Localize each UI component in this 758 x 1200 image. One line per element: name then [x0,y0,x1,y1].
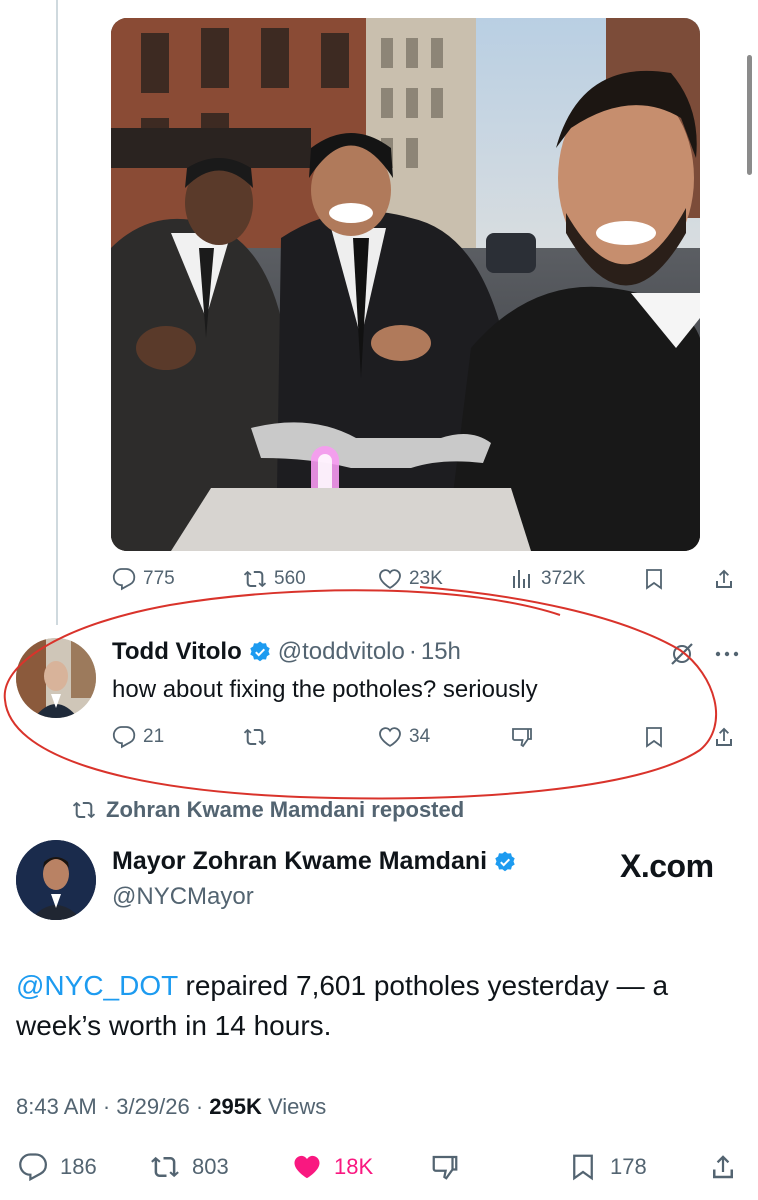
dislike-icon [430,1152,460,1182]
reply-icon [112,567,136,591]
reply-dislike-button[interactable] [510,725,534,749]
like-icon [292,1152,322,1182]
share-icon [712,567,736,591]
share-icon [712,725,736,749]
repost-icon [243,567,267,591]
reply-like-button[interactable]: 34 [378,725,430,749]
views-count: 372K [541,568,586,589]
verified-badge-icon [248,640,272,664]
repost-icon [150,1152,180,1182]
bookmark-icon [642,725,666,749]
main-bookmark-button[interactable]: 178 [568,1152,647,1182]
meta-dot: · [195,1094,204,1119]
reply-timestamp[interactable]: 15h [421,638,461,666]
tweet-meta: 8:43 AM · 3/29/26 · 295K Views [16,1094,326,1120]
reply-icon [18,1152,48,1182]
tweet-photo[interactable] [111,18,700,551]
reply-header: Todd Vitolo @toddvitolo · 15h [112,638,461,666]
tweet-date[interactable]: 3/29/26 [116,1094,189,1119]
main-reply-count: 186 [60,1154,97,1179]
share-button[interactable] [712,567,736,591]
meta-dot: · [102,1094,111,1119]
main-dislike-button[interactable] [430,1152,460,1182]
views-button[interactable]: 372K [510,567,585,591]
main-author-name-row: Mayor Zohran Kwame Mamdani [112,847,523,876]
reply-share-button[interactable] [712,725,736,749]
reply-reply-button[interactable]: 21 [112,725,164,749]
grok-icon[interactable] [668,640,696,668]
views-label: Views [268,1094,327,1119]
reply-count: 775 [143,568,175,589]
views-icon [510,567,534,591]
bookmark-icon [642,567,666,591]
main-like-button[interactable]: 18K [292,1152,373,1182]
bookmark-icon [568,1152,598,1182]
mention-link[interactable]: @NYC_DOT [16,970,178,1001]
thread-connector-line [56,0,58,625]
reply-repost-button[interactable] [243,725,267,749]
main-bookmark-count: 178 [610,1154,647,1179]
main-share-button[interactable] [708,1152,738,1182]
repost-icon [243,725,267,749]
reply-like-count: 34 [409,726,431,747]
reply-author-avatar[interactable] [16,638,96,718]
repost-banner-text: Zohran Kwame Mamdani reposted [106,797,465,822]
main-reply-button[interactable]: 186 [18,1152,97,1182]
reply-bookmark-button[interactable] [642,725,666,749]
tweet-time[interactable]: 8:43 AM [16,1094,97,1119]
repost-button[interactable]: 560 [243,567,306,591]
main-repost-button[interactable]: 803 [150,1152,229,1182]
repost-icon [72,798,96,822]
repost-count: 560 [274,568,306,589]
main-like-count: 18K [334,1154,374,1179]
verified-badge-icon [493,850,517,874]
x-com-watermark: X.com [620,848,714,884]
main-author-handle[interactable]: @NYCMayor [112,883,254,911]
like-icon [378,725,402,749]
repost-banner[interactable]: Zohran Kwame Mamdani reposted [72,797,464,823]
reply-button[interactable]: 775 [112,567,175,591]
reply-reply-count: 21 [143,726,165,747]
scrollbar[interactable] [747,55,752,175]
header-separator: · [408,638,417,665]
selfie-photo-image [111,18,700,551]
main-author-avatar[interactable] [16,840,96,920]
reply-text: how about fixing the potholes? seriously [112,676,538,703]
share-icon [708,1152,738,1182]
main-author-name[interactable]: Mayor Zohran Kwame Mamdani [112,847,487,876]
like-button[interactable]: 23K [378,567,443,591]
reply-author-handle[interactable]: @toddvitolo [278,638,405,666]
main-tweet-text: @NYC_DOT repaired 7,601 potholes yesterd… [16,966,736,1046]
dislike-icon [510,725,534,749]
bookmark-button[interactable] [642,567,666,591]
main-repost-count: 803 [192,1154,229,1179]
reply-icon [112,725,136,749]
reply-author-name[interactable]: Todd Vitolo [112,638,242,666]
like-icon [378,567,402,591]
like-count: 23K [409,568,443,589]
more-icon[interactable] [712,642,742,666]
views-count: 295K [209,1094,262,1119]
